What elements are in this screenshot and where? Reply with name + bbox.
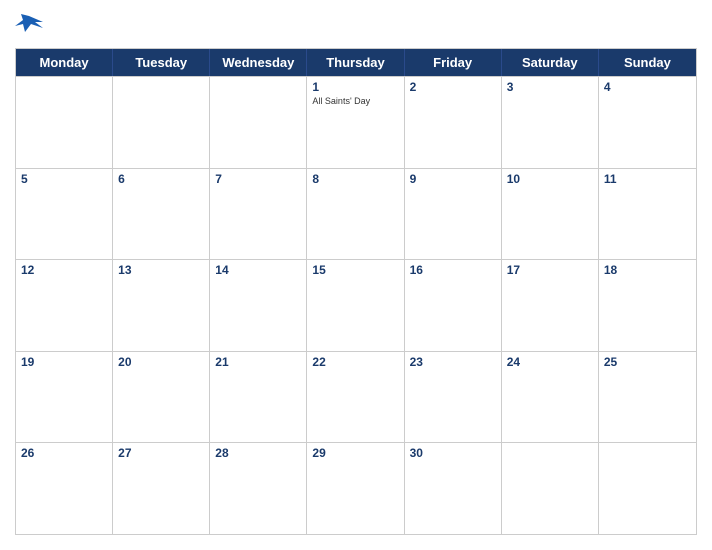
day-cell: 27 [113, 443, 210, 534]
day-number: 28 [215, 446, 301, 460]
day-cell: 6 [113, 169, 210, 260]
day-number: 7 [215, 172, 301, 186]
week-row-1: 1 All Saints' Day 234 [16, 76, 696, 168]
day-cell: 29 [307, 443, 404, 534]
day-number: 17 [507, 263, 593, 277]
day-cell: 17 [502, 260, 599, 351]
day-number: 8 [312, 172, 398, 186]
day-cell: 28 [210, 443, 307, 534]
calendar-body: 1All Saints' Day234567891011121314151617… [16, 76, 696, 534]
day-number: 19 [21, 355, 107, 369]
day-cell: 26 [16, 443, 113, 534]
day-cell [210, 77, 307, 168]
calendar: MondayTuesdayWednesdayThursdayFridaySatu… [15, 48, 697, 535]
day-cell [599, 443, 696, 534]
day-cell: 25 [599, 352, 696, 443]
day-cell: 24 [502, 352, 599, 443]
day-header-tuesday: Tuesday [113, 49, 210, 76]
holiday-label: All Saints' Day [312, 96, 398, 107]
week-row-2: 56789 10 11 [16, 168, 696, 260]
day-number: 30 [410, 446, 496, 460]
day-cell: 4 [599, 77, 696, 168]
day-number: 15 [312, 263, 398, 277]
day-cell: 20 [113, 352, 210, 443]
day-number: 16 [410, 263, 496, 277]
day-number: 9 [410, 172, 496, 186]
day-number: 4 [604, 80, 691, 94]
day-cell: 11 [599, 169, 696, 260]
day-cell: 16 [405, 260, 502, 351]
day-cell: 1 All Saints' Day [307, 77, 404, 168]
day-cell: 13 [113, 260, 210, 351]
day-header-saturday: Saturday [502, 49, 599, 76]
day-number: 25 [604, 355, 691, 369]
day-header-wednesday: Wednesday [210, 49, 307, 76]
day-cell: 2 [405, 77, 502, 168]
day-number: 22 [312, 355, 398, 369]
day-cell: 15 [307, 260, 404, 351]
day-cell: 7 [210, 169, 307, 260]
day-cell: 9 [405, 169, 502, 260]
week-row-3: 12 13 14 15 16 17 18 [16, 259, 696, 351]
day-number: 21 [215, 355, 301, 369]
day-cell: 10 [502, 169, 599, 260]
day-number: 18 [604, 263, 691, 277]
day-cell: 8 [307, 169, 404, 260]
day-number: 2 [410, 80, 496, 94]
day-cell: 22 [307, 352, 404, 443]
calendar-header [15, 10, 697, 40]
day-cell: 5 [16, 169, 113, 260]
day-header-friday: Friday [405, 49, 502, 76]
day-number: 13 [118, 263, 204, 277]
day-cell: 23 [405, 352, 502, 443]
day-cell: 30 [405, 443, 502, 534]
day-number: 11 [604, 172, 691, 186]
day-number: 24 [507, 355, 593, 369]
logo-bird-icon [15, 14, 43, 36]
day-number: 10 [507, 172, 593, 186]
week-row-4: 19 20 21 22 23 24 25 [16, 351, 696, 443]
day-number: 5 [21, 172, 107, 186]
day-cell [113, 77, 210, 168]
logo [15, 14, 47, 36]
day-number: 14 [215, 263, 301, 277]
week-row-5: 26 27 28 29 30 [16, 442, 696, 534]
day-number: 3 [507, 80, 593, 94]
day-header-sunday: Sunday [599, 49, 696, 76]
day-number: 1 [312, 80, 398, 94]
day-number: 26 [21, 446, 107, 460]
day-cell: 14 [210, 260, 307, 351]
day-number: 27 [118, 446, 204, 460]
day-header-monday: Monday [16, 49, 113, 76]
day-number: 20 [118, 355, 204, 369]
day-number: 29 [312, 446, 398, 460]
day-cell: 18 [599, 260, 696, 351]
day-number: 6 [118, 172, 204, 186]
day-cell [16, 77, 113, 168]
day-cell [502, 443, 599, 534]
day-cell: 3 [502, 77, 599, 168]
day-cell: 21 [210, 352, 307, 443]
day-number: 23 [410, 355, 496, 369]
day-headers-row: MondayTuesdayWednesdayThursdayFridaySatu… [16, 49, 696, 76]
day-cell: 19 [16, 352, 113, 443]
day-cell: 12 [16, 260, 113, 351]
day-number: 12 [21, 263, 107, 277]
day-header-thursday: Thursday [307, 49, 404, 76]
